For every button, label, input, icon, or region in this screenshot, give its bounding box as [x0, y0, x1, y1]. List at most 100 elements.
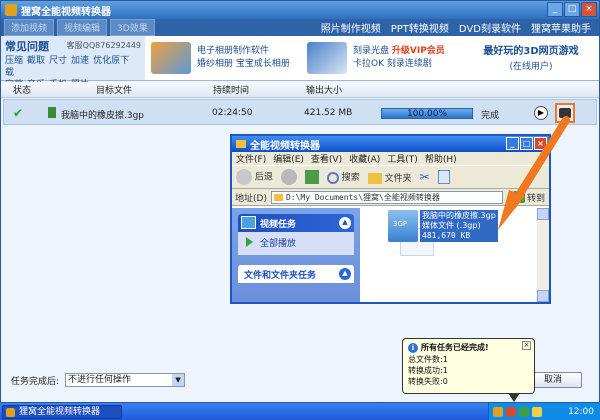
link-apple-helper[interactable]: 狸窝苹果助手 [531, 20, 591, 35]
col-target-file[interactable]: 目标文件 [96, 83, 132, 96]
table-header: 状态 目标文件 持续时间 输出大小 [1, 82, 599, 98]
video-edit-button[interactable]: 视频编辑 [57, 19, 108, 36]
back-arrow-icon [236, 169, 252, 185]
tray-volume-icon[interactable] [532, 406, 542, 417]
done-check-icon: ✔ [13, 106, 24, 120]
search-button[interactable]: 搜索 [326, 170, 360, 184]
explorer-close-button[interactable]: × [534, 137, 547, 150]
vip-upgrade-link[interactable]: 升级VIP会员 [392, 46, 445, 56]
progress-label: 100.00% [406, 109, 448, 119]
menu-help[interactable]: 帮助(H) [425, 152, 457, 165]
3d-effect-button[interactable]: 3D效果 [110, 19, 155, 36]
copy-icon[interactable] [437, 170, 450, 184]
table-row[interactable]: ✔ 我脑中的橡皮擦.3gp 02:24:50 421.52 MB 100.00%… [3, 99, 597, 125]
folders-button[interactable]: 文件夹 [367, 171, 412, 184]
promo-album-line2[interactable]: 婚纱相册 宝宝成长相册 [197, 58, 290, 71]
col-status[interactable]: 状态 [13, 83, 31, 96]
folder-icon [236, 140, 246, 148]
up-folder-icon[interactable] [304, 170, 319, 184]
chevron-down-icon[interactable]: ▼ [172, 374, 185, 386]
open-folder-button[interactable] [555, 103, 575, 123]
promo-game[interactable]: 最好玩的3D网页游戏 (在线用户) [471, 42, 591, 74]
faq-link-size[interactable]: 尺寸 [49, 56, 67, 66]
top-links: 照片制作视频 PPT转换视频 DVD刻录软件 狸窝苹果助手 [321, 20, 599, 35]
go-arrow-icon [512, 191, 525, 203]
back-button[interactable]: 后退 [236, 169, 273, 185]
link-dvd-burn[interactable]: DVD刻录软件 [459, 20, 521, 35]
balloon-fail: 转换失败:0 [408, 377, 448, 386]
file-item[interactable]: 我脑中的橡皮擦.3gp 媒体文件 (.3gp) 481,670 KB [388, 210, 498, 242]
forward-button[interactable] [280, 169, 297, 185]
menu-favorites[interactable]: 收藏(A) [349, 152, 380, 165]
menu-edit[interactable]: 编辑(E) [273, 152, 304, 165]
folders-label: 文件夹 [384, 173, 412, 184]
balloon-close-icon[interactable]: × [522, 341, 531, 350]
file-item-size: 481,670 KB [422, 231, 471, 240]
maximize-button[interactable]: □ [564, 2, 580, 17]
link-ppt-video[interactable]: PPT转换视频 [391, 20, 449, 35]
tray-clock: 12:00 [568, 406, 594, 417]
cut-icon[interactable]: ✂ [420, 170, 430, 184]
tray-app-icon[interactable] [493, 406, 503, 417]
close-button[interactable]: × [581, 2, 597, 17]
video-tasks-icon [241, 216, 256, 229]
video-file-icon [48, 107, 56, 118]
file-list: 我脑中的橡皮擦.3gp 媒体文件 (.3gp) 481,670 KB [360, 208, 549, 302]
play-all-link[interactable]: 全部播放 [238, 232, 354, 255]
col-duration[interactable]: 持续时间 [213, 83, 249, 96]
faq-title[interactable]: 常见问题 [5, 38, 49, 54]
row-size: 421.52 MB [304, 108, 353, 118]
tray-alert-icon[interactable] [506, 406, 516, 417]
file-folder-tasks-panel: 文件和文件夹任务 ▲ [238, 265, 354, 283]
menu-view[interactable]: 查看(V) [311, 152, 342, 165]
notification-balloon[interactable]: i 所有任务已经完成! 总文件数:1 转换成功:1 转换失败:0 × [402, 338, 535, 394]
balloon-title: 所有任务已经完成! [421, 343, 489, 352]
menu-file[interactable]: 文件(F) [236, 152, 266, 165]
explorer-minimize-button[interactable]: _ [506, 137, 519, 150]
video-tasks-panel: 视频任务 ▲ 全部播放 [238, 214, 354, 255]
after-task-select[interactable]: 不进行任何操作 ▼ [65, 373, 186, 387]
progress-bar: 100.00% [381, 108, 473, 119]
explorer-scrollbar[interactable] [537, 208, 549, 302]
col-output-size[interactable]: 输出大小 [306, 83, 342, 96]
collapse-chevron-icon[interactable]: ▲ [339, 217, 351, 229]
menu-tools[interactable]: 工具(T) [387, 152, 418, 165]
add-video-button[interactable]: 添加视频 [4, 19, 55, 36]
faq-link-compress[interactable]: 压缩 [5, 56, 23, 66]
tray-network-icon[interactable] [519, 406, 529, 417]
promo-album[interactable]: 电子相册制作软件 婚纱相册 宝宝成长相册 [151, 36, 290, 80]
explorer-body: 视频任务 ▲ 全部播放 文件和文件夹任务 ▲ 3GP 我脑中的橡皮擦.3gp 媒… [232, 208, 549, 302]
promo-burn[interactable]: 刻录光盘 升级VIP会员 卡拉OK 刻录连续剧 [307, 36, 445, 80]
promo-burn-line2[interactable]: 卡拉OK 刻录连续剧 [353, 58, 445, 71]
address-input[interactable]: D:\My Documents\狸窝\全能视频转换器 [270, 190, 503, 204]
faq-link-speed[interactable]: 加速 [71, 56, 89, 66]
title-bar[interactable]: 狸窝全能视频转换器 _ □ × [1, 1, 599, 19]
expand-chevron-icon[interactable]: ▲ [339, 268, 351, 280]
explorer-menu-bar: 文件(F) 编辑(E) 查看(V) 收藏(A) 工具(T) 帮助(H) [232, 152, 549, 165]
scroll-up-button[interactable] [537, 208, 549, 220]
video-tasks-header[interactable]: 视频任务 ▲ [238, 214, 354, 232]
file-item-name: 我脑中的橡皮擦.3gp [422, 211, 496, 220]
explorer-maximize-button[interactable]: □ [520, 137, 533, 150]
go-button[interactable]: 转到 [512, 191, 545, 204]
info-icon: i [408, 342, 418, 353]
minimize-button[interactable]: _ [547, 2, 563, 17]
file-folder-tasks-header[interactable]: 文件和文件夹任务 ▲ [238, 265, 354, 283]
balloon-success: 转换成功:1 [408, 366, 448, 375]
promo-burn-line1[interactable]: 刻录光盘 [353, 46, 389, 56]
search-label: 搜索 [341, 173, 360, 184]
window-title: 狸窝全能视频转换器 [21, 6, 111, 18]
link-photo-video[interactable]: 照片制作视频 [321, 20, 381, 35]
scroll-down-button[interactable] [537, 290, 549, 302]
promo-album-line1[interactable]: 电子相册制作软件 [197, 45, 290, 58]
explorer-toolbar: 后退 搜索 文件夹 ✂ [232, 165, 549, 189]
taskbar-app-button[interactable]: 狸窝全能视频转换器 [2, 404, 122, 419]
banner: 常见问题 客服QQ876292449 压缩截取尺寸加速优化原下载 字幕音乐手机照… [1, 36, 599, 90]
faq-link-optimize[interactable]: 优化原下载 [5, 56, 129, 78]
file-item-label: 我脑中的橡皮擦.3gp 媒体文件 (.3gp) 481,670 KB [420, 210, 498, 242]
play-icon[interactable]: ▶ [534, 106, 548, 120]
promo-game-title[interactable]: 最好玩的3D网页游戏 [471, 42, 591, 57]
promo-game-subtitle: (在线用户) [509, 62, 553, 72]
faq-link-cut[interactable]: 截取 [27, 56, 45, 66]
explorer-title-bar[interactable]: 全能视频转换器 _ □ × [232, 136, 549, 152]
